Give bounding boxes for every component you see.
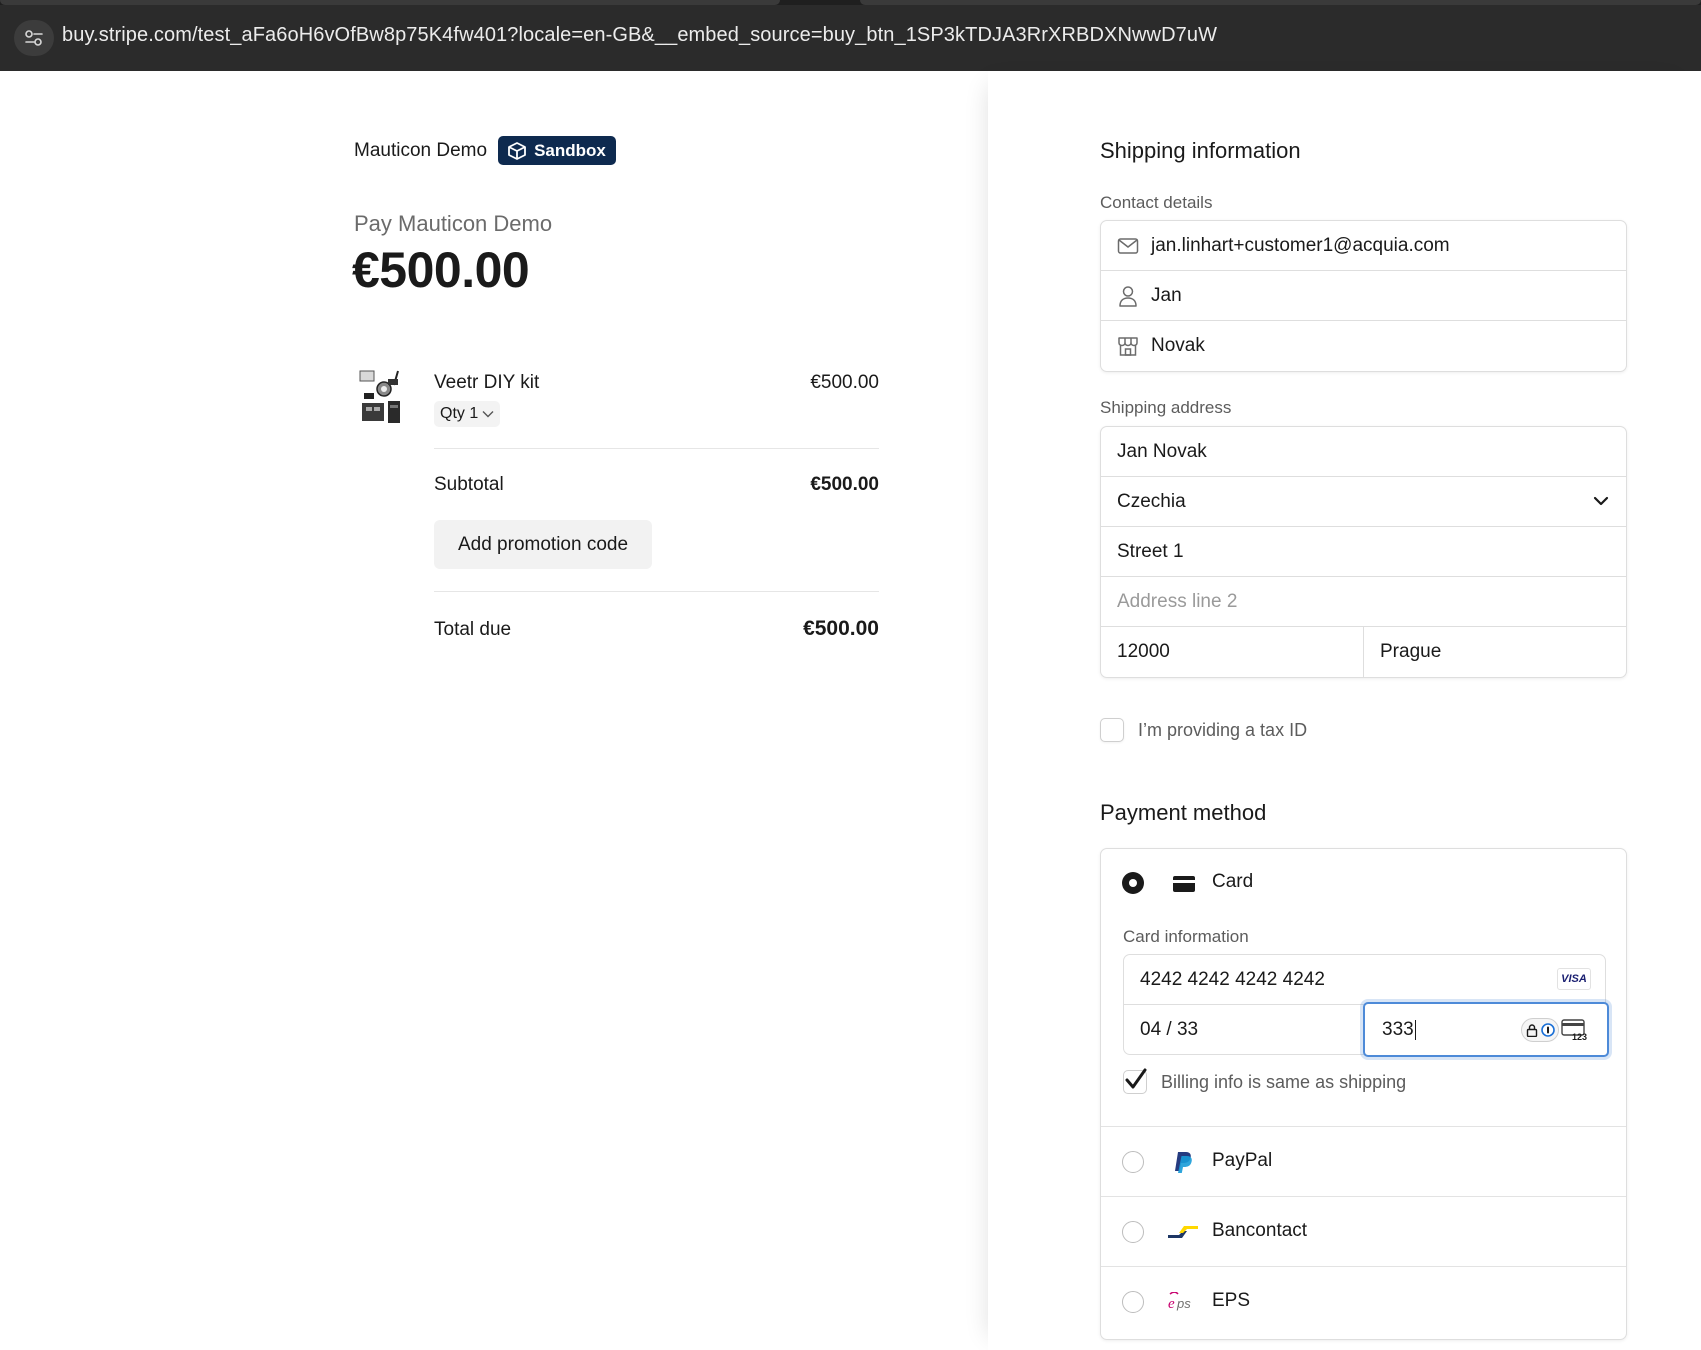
country-value: Czechia [1117,490,1186,512]
total-due-label: Total due [434,619,512,640]
site-settings-icon[interactable] [14,20,54,56]
checkmark-icon [1125,1068,1147,1089]
postal-city-row: 12000 Prague [1101,627,1626,677]
tax-id-checkbox[interactable] [1100,718,1124,742]
merchant-header: Mauticon Demo Sandbox [354,136,616,165]
bancontact-radio[interactable] [1122,1221,1144,1243]
last-name-value: Novak [1151,335,1205,356]
postal-code-value: 12000 [1117,641,1170,662]
city-field[interactable]: Prague [1364,627,1626,677]
shipping-title: Shipping information [1100,138,1301,163]
payment-option-eps[interactable]: e ps EPS [1101,1267,1626,1337]
postal-code-field[interactable]: 12000 [1101,627,1364,677]
last-name-field[interactable]: Novak [1101,321,1626,371]
eps-radio[interactable] [1122,1291,1144,1313]
card-fields: 4242 4242 4242 4242 VISA 04 / 33 333 123 [1123,954,1609,1057]
contact-details-label: Contact details [1100,193,1213,212]
eps-label[interactable]: EPS [1212,1290,1250,1312]
paypal-radio[interactable] [1122,1151,1144,1173]
cvc-hint-text: 123 [1572,1032,1587,1041]
tab-right[interactable] [860,0,1701,5]
expiry-value: 04 / 33 [1140,1018,1199,1040]
product-image [358,367,406,427]
contact-details-group: jan.linhart+customer1@acquia.com Jan Nov… [1100,220,1627,372]
visa-icon: VISA [1557,968,1591,990]
summary-divider [434,448,879,449]
cvc-value: 333 [1382,1018,1414,1040]
tax-id-label[interactable]: I’m providing a tax ID [1138,720,1307,741]
billing-same-checkbox[interactable] [1123,1068,1147,1094]
card-information-label: Card information [1123,927,1249,946]
card-radio[interactable] [1122,872,1144,894]
tab-strip [0,0,1701,5]
card-label[interactable]: Card [1212,871,1253,893]
person-icon [1117,285,1139,307]
city-value: Prague [1380,641,1442,662]
quantity-selector[interactable]: Qty 1 [434,401,501,427]
payment-method-title: Payment method [1100,800,1267,825]
tab-left[interactable] [0,0,780,5]
chevron-down-icon [1593,496,1609,506]
sandbox-badge: Sandbox [498,136,616,165]
summary-divider [434,591,879,592]
address-bar-url[interactable]: buy.stripe.com/test_aFa6oH6vOfBw8p75K4fw… [62,24,1217,47]
checkout-form-panel: Shipping information Contact details jan… [988,71,1701,1350]
paypal-icon [1167,1149,1199,1175]
svg-text:e: e [1168,1296,1175,1312]
product-name: Veetr DIY kit [434,372,540,393]
payment-methods-box: Card Card information 4242 4242 4242 424… [1100,848,1627,1340]
sandbox-label: Sandbox [534,140,606,160]
full-name-value: Jan Novak [1117,440,1207,462]
payment-option-bancontact[interactable]: Bancontact [1101,1197,1626,1267]
email-value: jan.linhart+customer1@acquia.com [1151,234,1450,256]
pay-label: Pay Mauticon Demo [354,211,553,236]
text-cursor [1414,1019,1416,1040]
quantity-label: Qty 1 [440,405,479,422]
first-name-field[interactable]: Jan [1101,271,1626,321]
subtotal-label: Subtotal [434,474,504,495]
expiry-field[interactable]: 04 / 33 [1124,1005,1364,1054]
mail-icon [1117,235,1139,257]
payment-option-card: Card Card information 4242 4242 4242 424… [1101,849,1626,1127]
card-number-value: 4242 4242 4242 4242 [1140,968,1325,990]
password-manager-icon[interactable] [1521,1018,1559,1042]
product-price: €500.00 [810,372,879,393]
browser-toolbar: buy.stripe.com/test_aFa6oH6vOfBw8p75K4fw… [0,0,1701,71]
card-number-field[interactable]: 4242 4242 4242 4242 VISA [1124,955,1605,1005]
country-select[interactable]: Czechia [1101,477,1626,527]
credit-card-icon [1173,876,1195,892]
order-summary-panel: Mauticon Demo Sandbox Pay Mauticon Demo … [0,71,988,1350]
chevron-down-icon [482,411,494,418]
storefront-icon [1117,335,1139,357]
address-line1-field[interactable]: Street 1 [1101,527,1626,577]
cvc-field[interactable]: 333 123 [1363,1002,1609,1057]
cvc-tools: 123 [1521,1018,1589,1042]
cvc-hint-icon: 123 [1561,1019,1587,1041]
email-field[interactable]: jan.linhart+customer1@acquia.com [1101,221,1626,271]
bancontact-icon [1167,1219,1199,1245]
shipping-address-label: Shipping address [1100,398,1232,417]
add-promotion-code-button[interactable]: Add promotion code [434,520,652,569]
full-name-field[interactable]: Jan Novak [1101,427,1626,477]
eps-icon: e ps [1167,1289,1199,1315]
shipping-address-group: Jan Novak Czechia Street 1 Address line … [1100,426,1627,678]
svg-text:ps: ps [1176,1296,1191,1311]
billing-same-row: Billing info is same as shipping [1123,1068,1406,1094]
cube-icon [508,141,526,160]
merchant-name[interactable]: Mauticon Demo [354,140,487,162]
billing-same-label[interactable]: Billing info is same as shipping [1161,1072,1406,1093]
subtotal-value: €500.00 [810,474,879,495]
paypal-label[interactable]: PayPal [1212,1150,1272,1172]
bancontact-label[interactable]: Bancontact [1212,1220,1307,1242]
address-line2-placeholder: Address line 2 [1117,590,1238,612]
first-name-value: Jan [1151,284,1182,306]
total-due-value: €500.00 [803,617,879,640]
address-line2-field[interactable]: Address line 2 [1101,577,1626,627]
pay-amount: €500.00 [352,242,530,298]
address-line1-value: Street 1 [1117,540,1184,562]
tax-id-row: I’m providing a tax ID [1100,718,1307,742]
payment-option-paypal[interactable]: PayPal [1101,1127,1626,1197]
